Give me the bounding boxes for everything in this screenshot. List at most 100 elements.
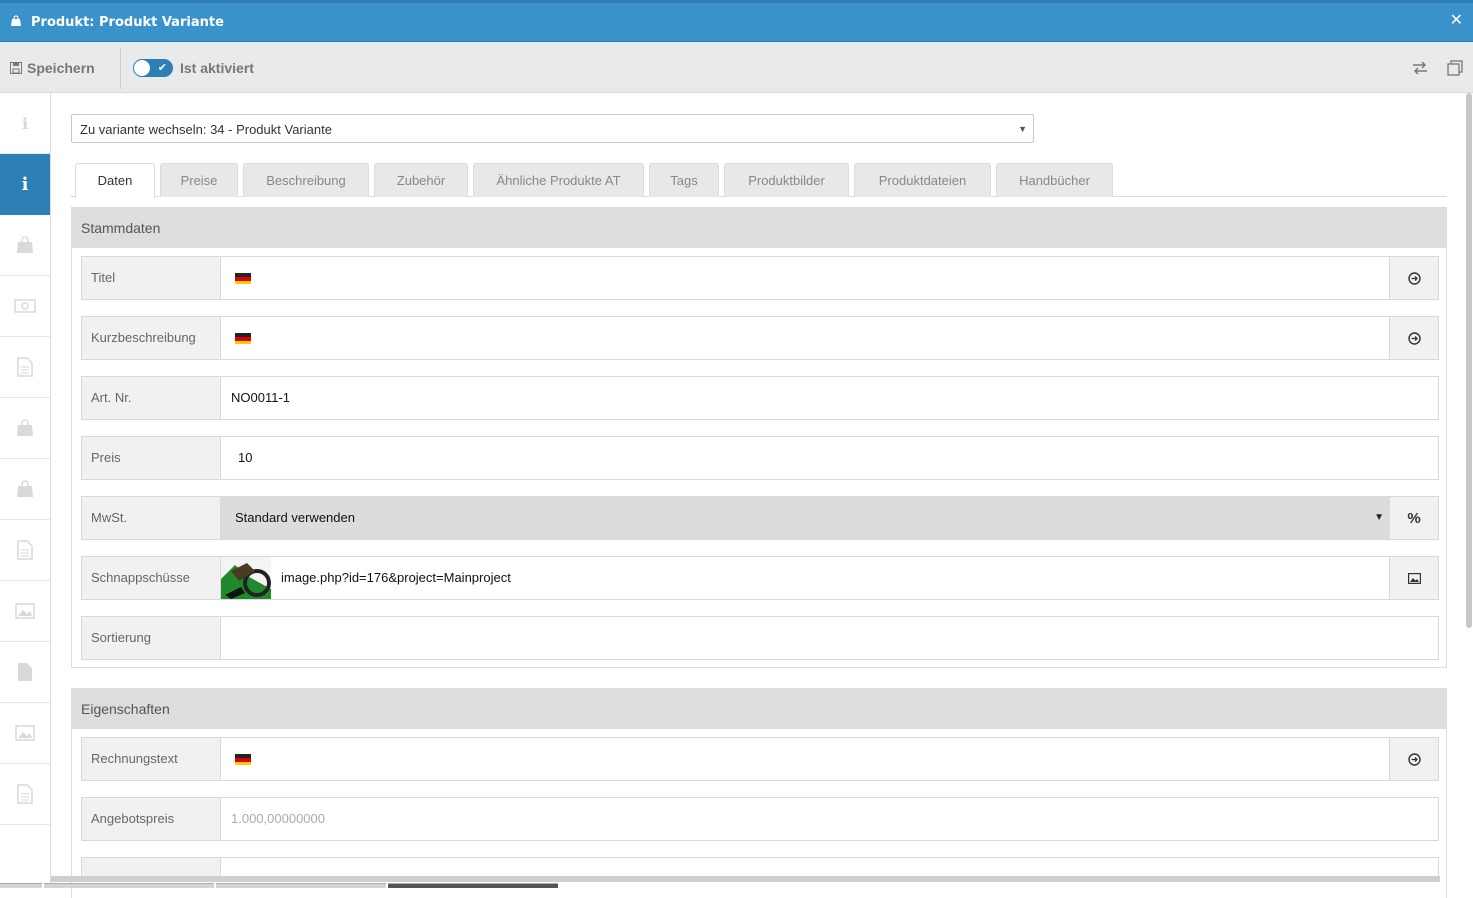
kurzbeschreibung-row: Kurzbeschreibung: [81, 316, 1439, 360]
file-icon: [17, 357, 33, 377]
tab-produktbilder[interactable]: Produktbilder: [724, 163, 849, 197]
angebotspreis-label: Angebotspreis: [81, 797, 221, 841]
window-titlebar: Produkt: Produkt Variante ✕: [0, 0, 1473, 42]
next-field-row: [81, 857, 1439, 877]
sidebar-item-file-4[interactable]: [0, 764, 50, 825]
vertical-scrollbar[interactable]: [1466, 93, 1472, 628]
sidebar: i i: [0, 93, 51, 888]
close-icon[interactable]: ✕: [1450, 12, 1463, 30]
schnappschuesse-row: Schnappschüsse image.php?id=176&project=…: [81, 556, 1439, 600]
shopping-bag-icon: [17, 419, 33, 436]
active-toggle[interactable]: ✔: [133, 59, 173, 77]
preis-input[interactable]: 10: [220, 436, 1439, 480]
percent-addon: %: [1389, 496, 1439, 540]
save-button[interactable]: Speichern: [10, 59, 95, 77]
save-button-label: Speichern: [27, 60, 95, 76]
floppy-disk-icon: [10, 62, 22, 74]
sidebar-item-info-2[interactable]: i: [0, 154, 50, 215]
info-icon: i: [21, 113, 29, 133]
shopping-bag-icon: [17, 480, 33, 497]
toggle-knob: [134, 60, 150, 76]
next-field-input[interactable]: [220, 857, 1439, 877]
sidebar-item-file-3[interactable]: [0, 642, 50, 703]
kurzbeschreibung-label: Kurzbeschreibung: [81, 316, 221, 360]
rechnungstext-row: Rechnungstext: [81, 737, 1439, 781]
titel-row: Titel: [81, 256, 1439, 300]
sidebar-item-bag-2[interactable]: [0, 398, 50, 459]
de-flag-icon: [235, 333, 251, 344]
variant-select-value: Zu variante wechseln: 34 - Produkt Varia…: [80, 122, 332, 137]
sidebar-item-bag-3[interactable]: [0, 459, 50, 520]
arrow-circle-right-icon: [1407, 752, 1421, 766]
check-icon: ✔: [157, 62, 167, 74]
titel-translate-button[interactable]: [1389, 256, 1439, 300]
angebotspreis-row: Angebotspreis 1.000,00000000: [81, 797, 1439, 841]
de-flag-icon: [235, 273, 251, 284]
tab-zubehoer[interactable]: Zubehör: [374, 163, 468, 197]
rechnungstext-translate-button[interactable]: [1389, 737, 1439, 781]
rechnungstext-input[interactable]: [220, 737, 1390, 781]
chevron-down-icon: ▼: [1374, 512, 1384, 523]
sidebar-item-file-1[interactable]: [0, 337, 50, 398]
tab-tags[interactable]: Tags: [649, 163, 719, 197]
mwst-select[interactable]: Standard verwenden ▼: [220, 496, 1390, 540]
taskbar-item[interactable]: [44, 883, 214, 888]
artnr-row: Art. Nr. NO0011-1: [81, 376, 1439, 420]
file-icon: [17, 784, 33, 804]
de-flag-icon: [235, 754, 251, 765]
artnr-input[interactable]: NO0011-1: [220, 376, 1439, 420]
shopping-bag-icon: [11, 15, 21, 26]
preis-row: Preis 10: [81, 436, 1439, 480]
taskbar-item-active[interactable]: [388, 883, 558, 888]
shopping-bag-icon: [17, 236, 33, 253]
tab-preise[interactable]: Preise: [160, 163, 238, 197]
file-icon: [17, 540, 33, 560]
sortierung-label: Sortierung: [81, 616, 221, 660]
money-icon: [14, 299, 36, 313]
tab-daten[interactable]: Daten: [75, 163, 155, 198]
stammdaten-heading: Stammdaten: [72, 208, 1446, 248]
kurzbeschreibung-translate-button[interactable]: [1389, 316, 1439, 360]
arrows-exchange-icon[interactable]: [1411, 59, 1429, 77]
taskbar-item[interactable]: [216, 883, 386, 888]
tab-aehnliche-produkte[interactable]: Ähnliche Produkte AT: [473, 163, 644, 197]
variant-select[interactable]: Zu variante wechseln: 34 - Produkt Varia…: [71, 114, 1034, 143]
eigenschaften-heading: Eigenschaften: [72, 689, 1446, 729]
file-icon: [18, 663, 32, 681]
sidebar-item-money[interactable]: [0, 276, 50, 337]
artnr-label: Art. Nr.: [81, 376, 221, 420]
angebotspreis-input[interactable]: 1.000,00000000: [220, 797, 1439, 841]
tab-beschreibung[interactable]: Beschreibung: [243, 163, 369, 197]
horizontal-scrollbar[interactable]: [51, 876, 1440, 882]
sidebar-item-file-2[interactable]: [0, 520, 50, 581]
schnappschuesse-label: Schnappschüsse: [81, 556, 221, 600]
arrow-circle-right-icon: [1407, 331, 1421, 345]
sortierung-row: Sortierung: [81, 616, 1439, 660]
tab-bar: Daten Preise Beschreibung Zubehör Ähnlic…: [71, 163, 1447, 198]
kurzbeschreibung-input[interactable]: [220, 316, 1390, 360]
clone-icon[interactable]: [1446, 59, 1464, 77]
sortierung-input[interactable]: [220, 616, 1439, 660]
toolbar-divider: [120, 47, 121, 89]
image-picker-button[interactable]: [1389, 556, 1439, 600]
chevron-down-icon: ▼: [1018, 124, 1027, 134]
sidebar-item-image-1[interactable]: [0, 581, 50, 642]
product-thumbnail: [221, 557, 271, 599]
sidebar-item-info-1[interactable]: i: [0, 93, 50, 154]
sidebar-item-bag-1[interactable]: [0, 215, 50, 276]
taskbar-strip: [0, 883, 1473, 888]
schnappschuesse-input[interactable]: image.php?id=176&project=Mainproject: [220, 556, 1390, 600]
tab-handbuecher[interactable]: Handbücher: [996, 163, 1113, 197]
sidebar-item-image-2[interactable]: [0, 703, 50, 764]
titel-input[interactable]: [220, 256, 1390, 300]
titel-label: Titel: [81, 256, 221, 300]
mwst-row: MwSt. Standard verwenden ▼ %: [81, 496, 1439, 540]
tab-produktdateien[interactable]: Produktdateien: [854, 163, 991, 197]
mwst-select-value: Standard verwenden: [235, 510, 355, 525]
window-title: Produkt: Produkt Variante: [31, 15, 224, 30]
taskbar-item[interactable]: [0, 883, 42, 888]
toolbar: Speichern ✔ Ist aktiviert: [0, 42, 1473, 93]
preis-label: Preis: [81, 436, 221, 480]
image-icon: [15, 725, 35, 741]
eigenschaften-panel: Eigenschaften Rechnungstext Angebotsprei…: [71, 688, 1447, 898]
